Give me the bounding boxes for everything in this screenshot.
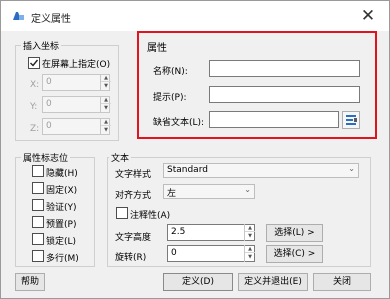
insert-field-button[interactable] (342, 111, 360, 129)
checkmark-icon (30, 59, 39, 67)
define-attribute-dialog: 定义属性 ✕ 插入坐标 在屏幕上指定(O) X: 0 ▲ ▼ Y: 0 ▲ ▼ … (0, 0, 390, 299)
define-exit-button[interactable]: 定义并退出(E) (238, 273, 308, 291)
spin-down-icon[interactable]: ▼ (245, 253, 255, 261)
text-style-select[interactable]: Standard ⌄ (163, 163, 359, 178)
spin-down-icon[interactable]: ▼ (101, 104, 111, 112)
on-screen-label: 在屏幕上指定(O) (42, 60, 111, 70)
name-input[interactable] (209, 60, 360, 77)
app-icon (13, 12, 24, 20)
name-label: 名称(N): (153, 67, 188, 77)
spin-down-icon[interactable]: ▼ (245, 232, 255, 240)
y-spinner[interactable]: ▲ ▼ (100, 96, 111, 113)
chevron-down-icon: ⌄ (244, 185, 251, 194)
chevron-down-icon: ⌄ (348, 164, 355, 173)
spin-up-icon[interactable]: ▲ (101, 118, 111, 126)
z-spinner[interactable]: ▲ ▼ (100, 118, 111, 135)
rotation-value: 0 (171, 248, 177, 258)
flags-title: 属性标志位 (21, 151, 71, 164)
text-height-input[interactable]: 2.5 (167, 224, 255, 241)
text-style-label: 文字样式 (115, 170, 152, 180)
multiline-checkbox[interactable] (32, 250, 44, 262)
justify-select[interactable]: 左 ⌄ (163, 184, 255, 199)
pick-height-button[interactable]: 选择(L) > (266, 224, 323, 242)
help-button[interactable]: 帮助 (15, 273, 45, 291)
text-height-spinner[interactable]: ▲ ▼ (244, 224, 255, 241)
multiline-label: 多行(M) (46, 254, 79, 264)
y-value: 0 (46, 99, 52, 109)
preset-label: 预置(P) (46, 220, 77, 230)
window-title: 定义属性 (31, 14, 71, 25)
justify-value: 左 (167, 189, 177, 199)
preset-checkbox[interactable] (32, 216, 44, 228)
constant-checkbox[interactable] (32, 182, 44, 194)
rotation-spinner[interactable]: ▲ ▼ (244, 245, 255, 262)
verify-checkbox[interactable] (32, 199, 44, 211)
spin-up-icon[interactable]: ▲ (101, 74, 111, 82)
prompt-input[interactable] (209, 86, 360, 103)
spin-up-icon[interactable]: ▲ (245, 224, 255, 232)
default-input[interactable] (209, 111, 339, 128)
hidden-label: 隐藏(H) (46, 169, 78, 179)
y-label: Y: (30, 102, 38, 112)
x-value: 0 (46, 77, 52, 87)
x-spinner[interactable]: ▲ ▼ (100, 74, 111, 91)
close-icon[interactable]: ✕ (357, 5, 379, 27)
lock-checkbox[interactable] (32, 233, 44, 245)
spin-up-icon[interactable]: ▲ (101, 96, 111, 104)
constant-label: 固定(X) (46, 186, 78, 196)
title-bar: 定义属性 ✕ (1, 1, 389, 31)
spin-down-icon[interactable]: ▼ (101, 82, 111, 90)
spin-down-icon[interactable]: ▼ (101, 126, 111, 134)
default-label: 缺省文本(L): (153, 118, 205, 128)
prompt-label: 提示(P): (153, 93, 187, 103)
verify-label: 验证(Y) (46, 203, 77, 213)
justify-label: 对齐方式 (115, 191, 152, 201)
text-title: 文本 (109, 151, 132, 164)
z-value: 0 (46, 121, 52, 131)
attribute-title: 属性 (147, 43, 167, 54)
text-height-value: 2.5 (171, 227, 186, 237)
rotation-input[interactable]: 0 (167, 245, 255, 262)
hidden-checkbox[interactable] (32, 165, 44, 177)
lock-label: 锁定(L) (46, 237, 77, 247)
define-button[interactable]: 定义(D) (163, 273, 233, 291)
annotative-checkbox[interactable] (116, 207, 128, 219)
rotation-label: 旋转(R) (115, 253, 147, 263)
annotative-label: 注释性(A) (130, 211, 171, 221)
on-screen-checkbox[interactable] (28, 57, 40, 69)
close-button[interactable]: 关闭 (313, 273, 371, 291)
insert-field-icon (346, 115, 357, 125)
insert-point-title: 插入坐标 (21, 39, 62, 52)
text-height-label: 文字高度 (115, 233, 152, 243)
x-label: X: (30, 80, 40, 90)
z-label: Z: (30, 124, 40, 134)
pick-rotation-button[interactable]: 选择(C) > (266, 245, 323, 263)
spin-up-icon[interactable]: ▲ (245, 245, 255, 253)
text-style-value: Standard (167, 165, 208, 175)
